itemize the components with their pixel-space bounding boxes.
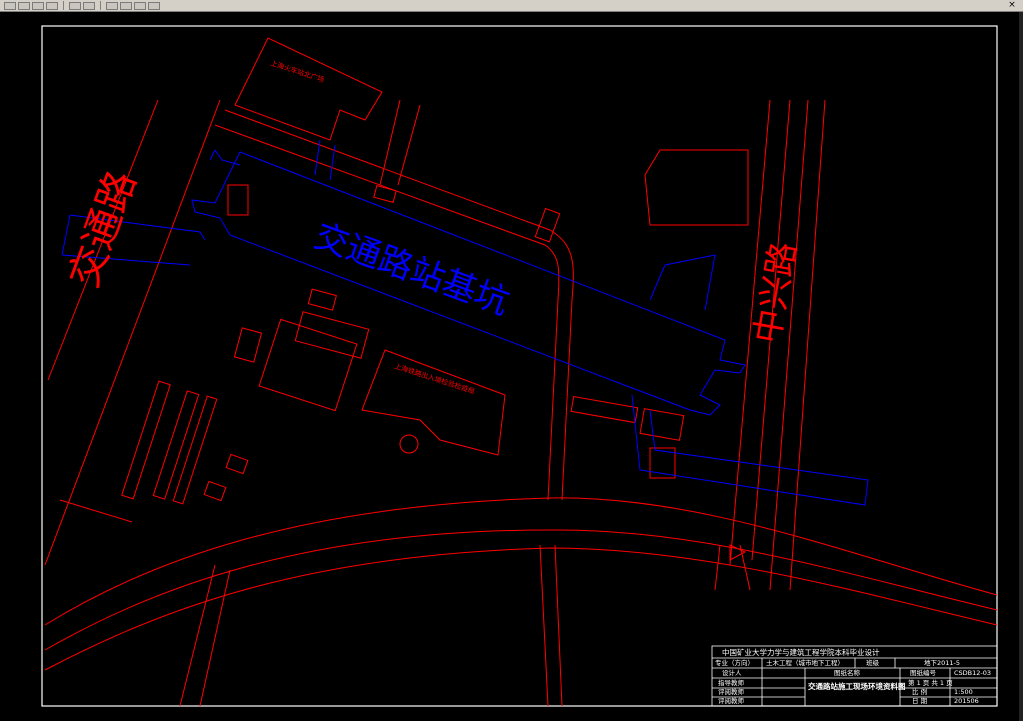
tb-scale-label: 比 例 [912,687,927,696]
road-label-right: 中兴路 [747,239,804,346]
cad-drawing-canvas[interactable]: 交通路站基坑 交通路 中兴路 上海火车站北广场 上海铁路出入境检验检疫局 中国矿… [0,12,1023,721]
close-icon[interactable]: × [1007,1,1017,10]
tb-date-value: 201506 [954,697,979,705]
undo-icon[interactable] [69,1,81,10]
tb-date-label: 日 期 [912,697,928,705]
tb-sheet-label: 第 1 页 共 1 页 [908,678,953,687]
tb-drawing-name-label: 图纸名称 [834,668,861,677]
tb-defense-label: 评阅教师 [718,696,745,705]
open-icon[interactable] [18,1,30,10]
cad-toolbar: × [0,0,1023,12]
tb-scale-value: 1:500 [954,688,973,696]
tb-major-label: 专业（方向） [715,658,754,667]
pit-label: 交通路站基坑 [309,216,514,323]
tb-class-label: 班级 [866,658,880,667]
tb-drawing-no-value: CSDB12-03 [954,669,991,677]
redo-icon[interactable] [83,1,95,10]
tb-drawing-no-label: 图纸编号 [910,668,937,677]
building-label-2: 上海铁路出入境检验检疫局 [393,361,476,396]
tb-major-value: 土木工程（城市地下工程） [766,658,844,667]
toolbar-separator [100,1,101,10]
tb-advisor-label: 指导教师 [718,678,745,687]
properties-icon[interactable] [134,1,146,10]
print-icon[interactable] [46,1,58,10]
tb-drawing-name-value: 交通路站施工现场环境资料图 [808,681,906,691]
save-icon[interactable] [32,1,44,10]
tb-reviewer-label: 评阅教师 [718,687,745,696]
drawing-frame [41,25,998,707]
road-network [44,37,998,707]
vertical-scrollbar[interactable] [1019,12,1023,721]
foundation-pit [61,139,869,506]
road-label-left: 交通路 [61,165,145,293]
building-label-1: 上海火车站北广场 [269,58,325,84]
layer-icon[interactable] [148,1,160,10]
tb-header: 中国矿业大学力学与建筑工程学院本科毕业设计 [722,647,880,657]
toolbar-separator [63,1,64,10]
tb-designer-label: 设计人 [722,668,742,677]
new-icon[interactable] [4,1,16,10]
pan-icon[interactable] [106,1,118,10]
tb-class-value: 地下2011-5 [924,658,960,667]
zoom-icon[interactable] [120,1,132,10]
